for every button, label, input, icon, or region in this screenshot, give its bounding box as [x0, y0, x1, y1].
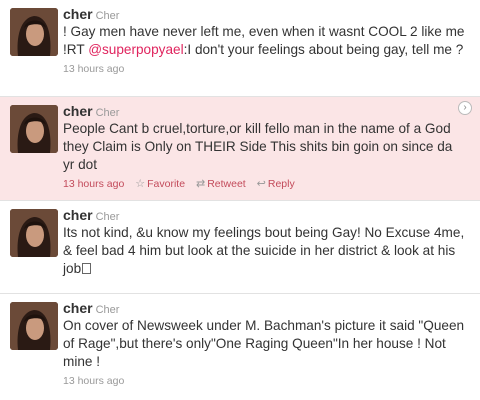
- unknown-glyph-icon: [82, 263, 92, 274]
- tweet-item[interactable]: cher Cher Its not kind, &u know my feelin…: [0, 201, 480, 294]
- tweet-item[interactable]: cher Cher ! Gay men have never left me, e…: [0, 0, 480, 97]
- tweet-timeline: cher Cher ! Gay men have never left me, e…: [0, 0, 480, 400]
- tweet-text-part: Its not kind, &u know my feelings bout b…: [63, 225, 465, 276]
- tweet-content: cher Cher ! Gay men have never left me, e…: [63, 6, 465, 76]
- avatar[interactable]: [10, 209, 58, 257]
- retweet-label: Retweet: [207, 178, 246, 190]
- reply-button[interactable]: ↩ Reply: [257, 178, 295, 190]
- reply-label: Reply: [267, 178, 295, 190]
- avatar[interactable]: [10, 105, 58, 153]
- tweet-content: cher Cher Its not kind, &u know my feelin…: [63, 207, 465, 278]
- tweet-content: cher Cher People Cant b cruel,torture,or …: [63, 103, 465, 191]
- full-name: Cher: [95, 304, 120, 316]
- tweet-footer: 13 hours ago ☆ Favorite ⇄ Retweet ↩ Reply: [63, 177, 465, 191]
- screen-name[interactable]: cher: [63, 300, 93, 316]
- avatar[interactable]: [10, 8, 58, 56]
- tweet-footer: 13 hours ago: [63, 374, 465, 388]
- tweet-footer: 13 hours ago: [63, 62, 465, 76]
- full-name: Cher: [95, 10, 120, 22]
- full-name: Cher: [95, 211, 120, 223]
- favorite-button[interactable]: ☆ Favorite: [135, 178, 185, 190]
- full-name: Cher: [95, 107, 120, 119]
- tweet-item[interactable]: › cher Cher People Cant b cruel,torture,o…: [0, 97, 480, 201]
- tweet-text: On cover of Newsweek under M. Bachman's …: [63, 318, 465, 369]
- tweet-text-part: :I don't your feelings about being gay, …: [183, 42, 464, 57]
- star-icon: ☆: [135, 178, 146, 190]
- avatar[interactable]: [10, 302, 58, 350]
- tweet-content: cher Cher On cover of Newsweek under M. B…: [63, 300, 465, 388]
- screen-name[interactable]: cher: [63, 103, 93, 119]
- tweet-header: cher Cher: [63, 6, 465, 22]
- screen-name[interactable]: cher: [63, 6, 93, 22]
- screen-name[interactable]: cher: [63, 207, 93, 223]
- timestamp[interactable]: 13 hours ago: [63, 63, 124, 75]
- tweet-text: ! Gay men have never left me, even when …: [63, 23, 465, 59]
- timestamp[interactable]: 13 hours ago: [63, 375, 124, 387]
- tweet-header: cher Cher: [63, 300, 465, 316]
- retweet-icon: ⇄: [195, 178, 206, 190]
- tweet-text: People Cant b cruel,torture,or kill fell…: [63, 121, 453, 172]
- tweet-text: Its not kind, &u know my feelings bout b…: [63, 224, 465, 278]
- tweet-header: cher Cher: [63, 103, 465, 119]
- reply-icon: ↩: [256, 178, 266, 190]
- favorite-label: Favorite: [147, 178, 186, 190]
- mention-link[interactable]: @superpopyael: [88, 42, 183, 57]
- timestamp[interactable]: 13 hours ago: [63, 178, 124, 190]
- retweet-button[interactable]: ⇄ Retweet: [196, 178, 246, 190]
- tweet-header: cher Cher: [63, 207, 465, 223]
- tweet-item[interactable]: cher Cher On cover of Newsweek under M. B…: [0, 294, 480, 400]
